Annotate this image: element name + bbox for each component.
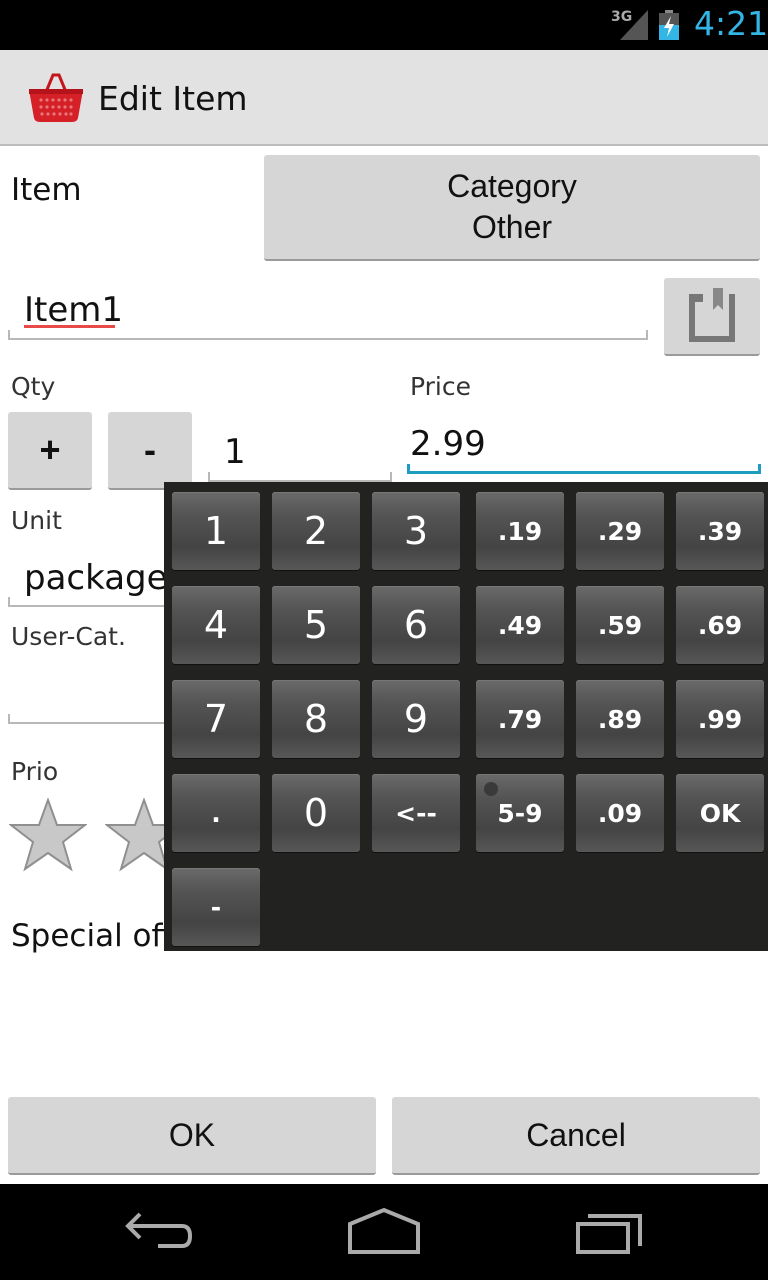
item-name-field-line — [8, 330, 648, 340]
back-icon[interactable] — [124, 1206, 196, 1256]
keypad-key[interactable]: <-- — [372, 774, 460, 852]
keypad-key[interactable]: 0 — [272, 774, 360, 852]
category-button-value: Other — [471, 209, 553, 245]
action-bar: Edit Item — [0, 50, 768, 146]
keypad-key[interactable]: .09 — [576, 774, 664, 852]
indicator-dot — [484, 782, 498, 796]
qty-field-line — [208, 472, 392, 482]
battery-charging-icon — [659, 10, 679, 40]
qty-value[interactable]: 1 — [224, 432, 246, 472]
qty-decrement-button[interactable]: - — [108, 412, 192, 490]
bookmark-icon — [689, 288, 735, 342]
bookmark-button[interactable] — [664, 278, 760, 356]
item-name-value[interactable]: Item1 — [24, 290, 123, 330]
keypad-key[interactable]: . — [172, 774, 260, 852]
numeric-keypad: 1 2 3.19.29.39 4 5 6.49.59.69 7 8 9.79.89.99. 0 <-… — [164, 482, 768, 951]
keypad-key[interactable]: .19 — [476, 492, 564, 570]
status-bar: 3G 4:21 — [0, 0, 768, 50]
keypad-key[interactable]: .69 — [676, 586, 764, 664]
unit-value[interactable]: package — [24, 558, 168, 598]
recent-apps-icon[interactable] — [574, 1206, 646, 1256]
shopping-basket-icon[interactable] — [26, 72, 86, 124]
qty-increment-button[interactable]: + — [8, 412, 92, 490]
category-button[interactable]: Category Other — [264, 155, 760, 261]
keypad-key[interactable]: .59 — [576, 586, 664, 664]
keypad-key[interactable]: 6 — [372, 586, 460, 664]
price-field-line-focused — [407, 464, 761, 474]
keypad-key[interactable]: .49 — [476, 586, 564, 664]
cancel-button[interactable]: Cancel — [392, 1097, 760, 1175]
keypad-key[interactable]: - — [172, 868, 260, 946]
unit-field-line — [8, 597, 178, 607]
keypad-key[interactable]: 5-9 — [476, 774, 564, 852]
clock: 4:21 — [694, 4, 768, 43]
ok-button[interactable]: OK — [8, 1097, 376, 1175]
qty-label: Qty — [11, 372, 56, 401]
home-icon[interactable] — [346, 1206, 422, 1256]
category-button-title: Category — [447, 168, 577, 204]
price-label: Price — [410, 372, 471, 401]
keypad-key[interactable]: .39 — [676, 492, 764, 570]
user-category-field-line — [8, 714, 178, 724]
keypad-key[interactable]: 5 — [272, 586, 360, 664]
keypad-key[interactable]: .79 — [476, 680, 564, 758]
keypad-key[interactable]: .89 — [576, 680, 664, 758]
keypad-key[interactable]: 1 — [172, 492, 260, 570]
keypad-key[interactable]: 4 — [172, 586, 260, 664]
signal-icon — [620, 10, 648, 40]
price-value[interactable]: 2.99 — [410, 424, 486, 464]
special-offer-label: Special off — [11, 918, 173, 954]
navigation-bar — [0, 1184, 768, 1280]
keypad-key-label: 5-9 — [497, 798, 543, 828]
unit-label: Unit — [11, 506, 62, 535]
priority-star-icon[interactable] — [9, 798, 87, 872]
keypad-key[interactable]: .99 — [676, 680, 764, 758]
user-category-label: User-Cat. — [11, 622, 126, 651]
spellcheck-underline — [24, 325, 115, 328]
keypad-key[interactable]: 9 — [372, 680, 460, 758]
keypad-key[interactable]: 7 — [172, 680, 260, 758]
keypad-key[interactable]: 3 — [372, 492, 460, 570]
page-title: Edit Item — [98, 79, 248, 118]
keypad-key[interactable]: 8 — [272, 680, 360, 758]
item-label: Item — [11, 172, 82, 208]
priority-label: Prio — [11, 757, 59, 786]
keypad-key[interactable]: OK — [676, 774, 764, 852]
keypad-key[interactable]: 2 — [272, 492, 360, 570]
keypad-key[interactable]: .29 — [576, 492, 664, 570]
